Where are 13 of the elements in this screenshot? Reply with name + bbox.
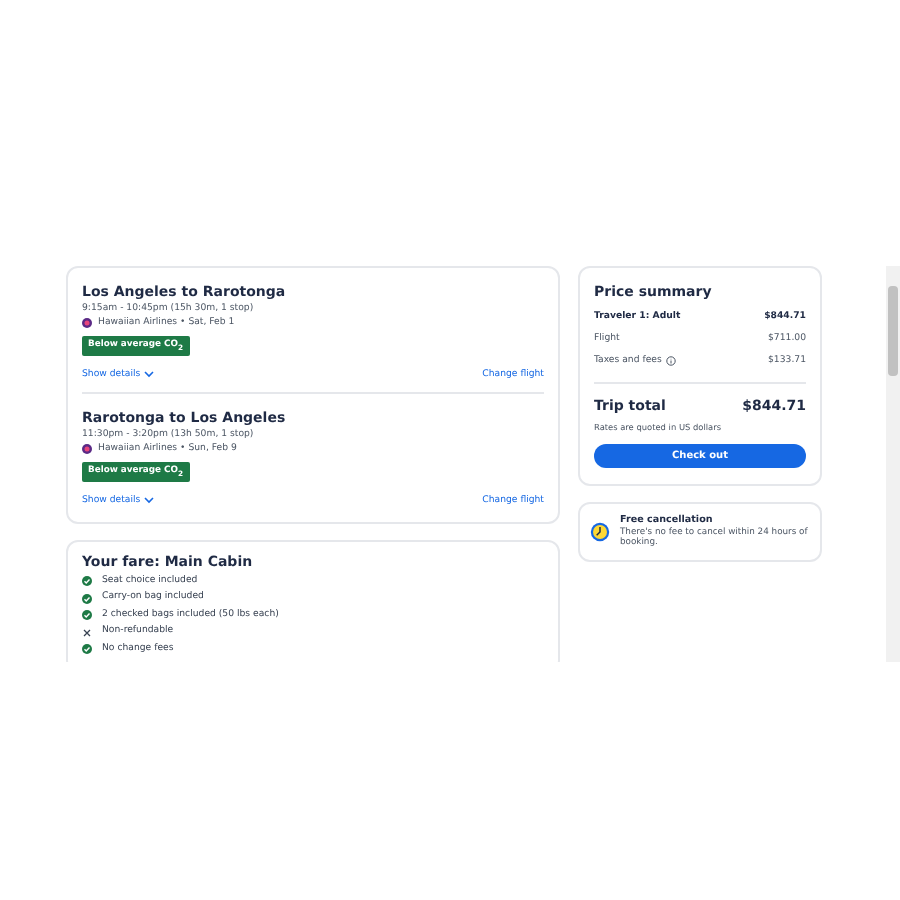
airline-logo-icon bbox=[82, 443, 92, 454]
chevron-down-icon bbox=[144, 496, 155, 505]
check-icon bbox=[82, 610, 92, 620]
info-icon[interactable] bbox=[665, 356, 676, 366]
close-icon bbox=[82, 627, 92, 637]
chevron-down-icon bbox=[144, 370, 155, 379]
clock-icon bbox=[590, 520, 610, 544]
check-icon bbox=[82, 644, 92, 654]
check-icon bbox=[82, 576, 92, 586]
scrollbar-thumb[interactable] bbox=[888, 286, 898, 376]
scrollbar[interactable] bbox=[886, 266, 900, 662]
airline-logo-icon bbox=[82, 318, 92, 328]
check-icon bbox=[82, 593, 92, 603]
